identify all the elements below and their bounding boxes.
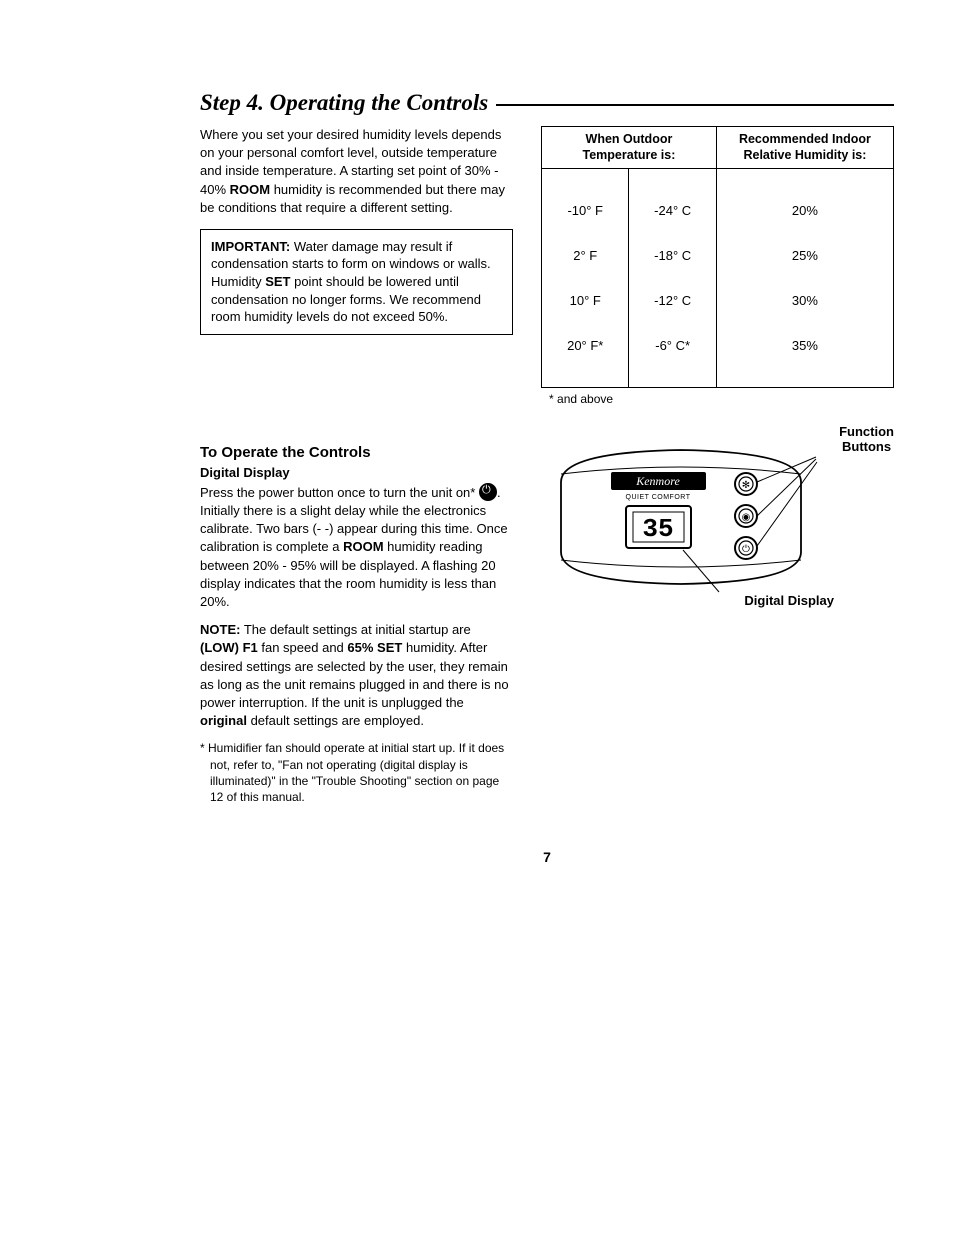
cell-f-0: -10° F — [552, 203, 618, 218]
operate-room-bold: ROOM — [343, 539, 383, 554]
cell-h-3: 35% — [727, 338, 883, 353]
note-1: The default settings at initial startup … — [240, 622, 470, 637]
operate-subtitle: Digital Display — [200, 465, 513, 480]
diagram-svg: Kenmore QUIET COMFORT 35 ✻ ◉ ⏻ — [541, 432, 841, 602]
cell-h-2: 30% — [727, 293, 883, 308]
step-heading: Step 4. Operating the Controls — [200, 90, 488, 116]
cell-f-3: 20° F* — [552, 338, 618, 353]
important-set-bold: SET — [265, 274, 290, 289]
function-buttons-label: Function Buttons — [839, 424, 894, 455]
brand-text: Kenmore — [635, 474, 680, 488]
note-4: 65% SET — [347, 640, 402, 655]
page-number: 7 — [200, 849, 894, 865]
power-button-icon: ⏻ — [742, 544, 750, 555]
intro-l4b: 40% — [200, 182, 230, 197]
cell-f-2: 10° F — [552, 293, 618, 308]
intro-l4a: temperature. A starting set point of 30%… — [263, 163, 499, 178]
fan-icon: ✻ — [742, 480, 750, 491]
cell-c-1: -18° C — [639, 248, 705, 263]
intro-text: Where you set your desired humidity leve… — [200, 126, 513, 217]
table-row: -10° F 2° F 10° F 20° F* -24° C -18° C -… — [542, 168, 894, 387]
operate-note: NOTE: The default settings at initial st… — [200, 621, 513, 730]
table-footnote: * and above — [549, 392, 894, 406]
note-6: original — [200, 713, 247, 728]
operate-footnote: * Humidifier fan should operate at initi… — [200, 740, 513, 805]
operate-title: To Operate the Controls — [200, 444, 513, 461]
note-label: NOTE: — [200, 622, 240, 637]
note-7: default settings are employed. — [247, 713, 424, 728]
cell-c-3: -6° C* — [639, 338, 705, 353]
intro-room-bold: ROOM — [230, 182, 270, 197]
operate-p1: Press the power button once to turn the … — [200, 484, 513, 612]
important-label: IMPORTANT: — [211, 239, 290, 254]
intro-l6: different setting. — [360, 200, 452, 215]
temp-f-col: -10° F 2° F 10° F 20° F* — [542, 168, 629, 387]
cell-c-0: -24° C — [639, 203, 705, 218]
subbrand-text: QUIET COMFORT — [626, 494, 691, 501]
cell-h-1: 25% — [727, 248, 883, 263]
important-box: IMPORTANT: Water damage may result if co… — [200, 229, 513, 335]
power-icon — [479, 483, 497, 501]
intro-l1: Where you set your desired humidity — [200, 127, 411, 142]
note-2: (LOW) F1 — [200, 640, 258, 655]
cell-f-1: 2° F — [552, 248, 618, 263]
heading-rule — [496, 104, 894, 106]
temp-c-col: -24° C -18° C -12° C -6° C* — [629, 168, 716, 387]
humidity-icon: ◉ — [742, 512, 751, 523]
hum-col: 20% 25% 30% 35% — [716, 168, 893, 387]
operate-p1a: Press the power button once to turn the … — [200, 485, 479, 500]
control-panel-diagram: Function Buttons Kenmore QUIET COMFORT 3… — [541, 432, 894, 602]
table-header-humidity: Recommended Indoor Relative Humidity is: — [716, 127, 893, 169]
cell-c-2: -12° C — [639, 293, 705, 308]
note-3: fan speed and — [258, 640, 348, 655]
display-reading: 35 — [642, 514, 673, 544]
cell-h-0: 20% — [727, 203, 883, 218]
step-heading-row: Step 4. Operating the Controls — [200, 90, 894, 116]
humidity-table: When Outdoor Temperature is: Recommended… — [541, 126, 894, 388]
intro-l4d: humidity is recommended — [270, 182, 422, 197]
digital-display-label: Digital Display — [744, 593, 834, 608]
table-header-outdoor: When Outdoor Temperature is: — [542, 127, 717, 169]
